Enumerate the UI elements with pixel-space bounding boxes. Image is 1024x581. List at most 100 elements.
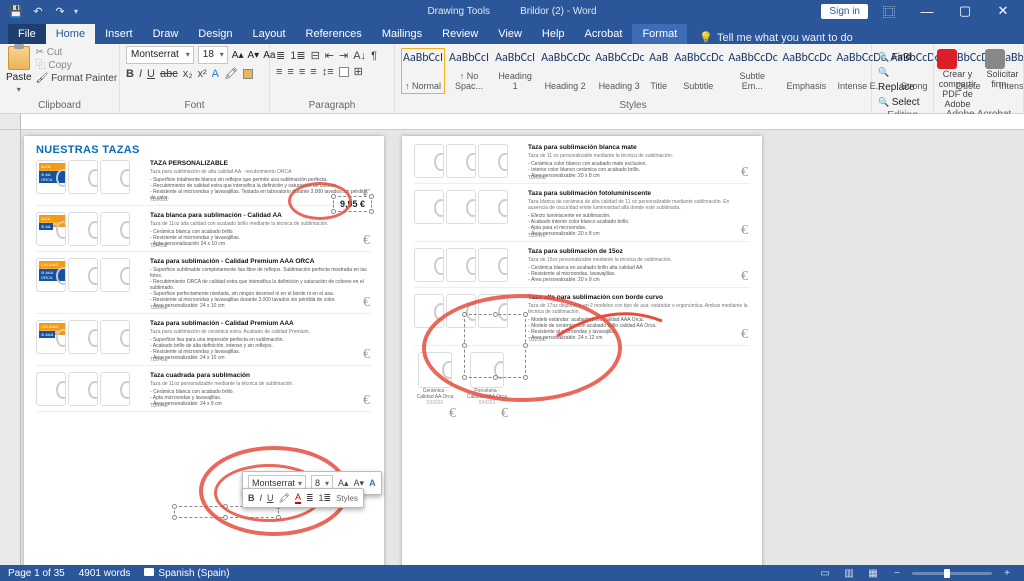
font-size-select[interactable]: 18 bbox=[198, 46, 228, 64]
font-color-icon[interactable] bbox=[243, 69, 253, 79]
tab-references[interactable]: References bbox=[296, 24, 372, 44]
status-page[interactable]: Page 1 of 35 bbox=[8, 568, 65, 579]
status-language[interactable]: Spanish (Spain) bbox=[144, 568, 229, 579]
text-effects-icon[interactable]: A bbox=[212, 68, 219, 80]
view-read-icon[interactable]: ▭ bbox=[816, 568, 834, 579]
price-textbox-selected[interactable]: 9,95 € bbox=[333, 196, 372, 212]
cut-button[interactable]: ✂ Cut bbox=[36, 46, 118, 59]
mini-shrink-icon[interactable]: A▾ bbox=[354, 478, 365, 489]
qat-customize-icon[interactable]: ▾ bbox=[74, 7, 78, 16]
mini-fontcolor-icon[interactable]: A bbox=[295, 492, 301, 504]
tab-acrobat[interactable]: Acrobat bbox=[575, 24, 633, 44]
product-title: Taza alta para sublimación con borde cur… bbox=[528, 294, 750, 301]
style-item[interactable]: AaBTitle bbox=[647, 48, 670, 94]
horizontal-ruler[interactable] bbox=[0, 114, 1024, 130]
copy-button[interactable]: ⿻ Copy bbox=[36, 59, 118, 72]
numbering-icon[interactable]: 1≣ bbox=[290, 49, 305, 62]
grow-font-icon[interactable]: A▴ bbox=[232, 50, 244, 61]
decrease-indent-icon[interactable]: ⇤ bbox=[325, 49, 334, 62]
paste-button[interactable]: Paste▾ bbox=[6, 46, 32, 94]
underline-button[interactable]: U bbox=[147, 68, 155, 80]
mug-thumb bbox=[418, 352, 452, 388]
multilevel-icon[interactable]: ⊟ bbox=[311, 49, 320, 62]
status-words[interactable]: 4901 words bbox=[79, 568, 131, 579]
style-item[interactable]: AaBbCcI↑ Normal bbox=[401, 48, 445, 94]
style-item[interactable]: AaBbCcDcEmphasis bbox=[780, 48, 832, 94]
tab-design[interactable]: Design bbox=[188, 24, 242, 44]
tab-mailings[interactable]: Mailings bbox=[372, 24, 432, 44]
bullets-icon[interactable]: ≣ bbox=[276, 49, 285, 62]
find-button[interactable]: Find bbox=[878, 50, 927, 65]
styles-gallery[interactable]: AaBbCcI↑ NormalAaBbCcI↑ No Spac...AaBbCc… bbox=[401, 46, 865, 94]
style-item[interactable]: AaBbCcDcHeading 3 bbox=[593, 48, 645, 94]
undo-icon[interactable]: ↶ bbox=[30, 3, 46, 19]
shrink-font-icon[interactable]: A▾ bbox=[248, 50, 260, 61]
select-button[interactable]: Select bbox=[878, 95, 927, 110]
align-left-icon[interactable]: ≡ bbox=[276, 66, 282, 78]
tab-file[interactable]: File bbox=[8, 24, 46, 44]
align-right-icon[interactable]: ≡ bbox=[299, 66, 305, 78]
mini-toolbar-row2[interactable]: B I U 🖍 A ≣ 1≣ Styles bbox=[242, 488, 364, 508]
mug-thumb bbox=[100, 258, 130, 292]
mini-bullets-icon[interactable]: ≣ bbox=[306, 493, 314, 504]
justify-icon[interactable]: ≡ bbox=[310, 66, 316, 78]
tab-insert[interactable]: Insert bbox=[95, 24, 143, 44]
tab-help[interactable]: Help bbox=[532, 24, 575, 44]
document-canvas[interactable]: NUESTRAS TAZAS ALTA CALIDAD⊘ AA ORCATAZA… bbox=[0, 130, 1024, 565]
mini-bold[interactable]: B bbox=[248, 493, 255, 503]
acrobat-create-button[interactable]: Crear y compartirPDF de Adobe bbox=[937, 49, 979, 109]
product-info: Taza blanca para sublimación - Calidad A… bbox=[150, 212, 372, 247]
mini-italic[interactable]: I bbox=[260, 493, 263, 503]
style-item[interactable]: AaBbCcDcSubtitle bbox=[672, 48, 724, 94]
tab-layout[interactable]: Layout bbox=[243, 24, 296, 44]
borders-icon[interactable]: ⊞ bbox=[354, 65, 363, 78]
style-item[interactable]: AaBbCcDcSubtle Em... bbox=[726, 48, 778, 94]
sign-in-button[interactable]: Sign in bbox=[821, 4, 868, 19]
font-name-select[interactable]: Montserrat bbox=[126, 46, 194, 64]
zoom-out-icon[interactable]: − bbox=[888, 568, 906, 579]
style-item[interactable]: AaBbCcI↑ No Spac... bbox=[447, 48, 491, 94]
style-item[interactable]: AaBbCcIHeading 1 bbox=[493, 48, 537, 94]
strike-button[interactable]: abc bbox=[160, 68, 178, 80]
acrobat-sign-button[interactable]: Solicitar firm... bbox=[985, 49, 1021, 109]
highlight-icon[interactable]: 🖍 bbox=[224, 67, 238, 80]
replace-button[interactable]: Replace bbox=[878, 65, 927, 95]
minimize-icon[interactable]: — bbox=[910, 4, 944, 19]
mini-highlight-icon[interactable]: 🖍 bbox=[279, 493, 290, 504]
increase-indent-icon[interactable]: ⇥ bbox=[339, 49, 348, 62]
align-center-icon[interactable]: ≡ bbox=[287, 66, 293, 78]
line-spacing-icon[interactable]: ↕≡ bbox=[322, 66, 334, 78]
save-icon[interactable]: 💾 bbox=[8, 3, 24, 19]
tab-view[interactable]: View bbox=[488, 24, 532, 44]
tab-format[interactable]: Format bbox=[632, 24, 687, 44]
tell-me-search[interactable]: 💡 Tell me what you want to do bbox=[699, 31, 852, 44]
sort-icon[interactable]: A↓ bbox=[353, 50, 366, 62]
mini-underline[interactable]: U bbox=[267, 493, 274, 503]
format-painter-button[interactable]: 🖌 Format Painter bbox=[36, 72, 118, 85]
superscript-button[interactable]: x² bbox=[198, 68, 207, 80]
product-title: Taza cuadrada para sublimación bbox=[150, 372, 372, 379]
redo-icon[interactable]: ↷ bbox=[52, 3, 68, 19]
mini-styles-label[interactable]: Styles bbox=[336, 494, 358, 503]
mini-styles-icon[interactable]: A bbox=[369, 478, 376, 488]
bold-button[interactable]: B bbox=[126, 68, 134, 80]
tab-draw[interactable]: Draw bbox=[143, 24, 189, 44]
tab-review[interactable]: Review bbox=[432, 24, 488, 44]
maximize-icon[interactable]: ▢ bbox=[948, 3, 982, 19]
style-item[interactable]: AaBbCcDcHeading 2 bbox=[539, 48, 591, 94]
page-2: Taza para sublimación blanca mateTaza de… bbox=[402, 136, 762, 565]
close-icon[interactable]: ✕ bbox=[986, 3, 1020, 19]
subscript-button[interactable]: x₂ bbox=[183, 68, 193, 80]
ribbon-options-icon[interactable]: ⿴ bbox=[872, 2, 906, 21]
mini-grow-icon[interactable]: A▴ bbox=[338, 478, 349, 489]
view-print-icon[interactable]: ▥ bbox=[840, 568, 858, 579]
zoom-slider[interactable] bbox=[912, 572, 992, 575]
view-web-icon[interactable]: ▦ bbox=[864, 568, 882, 579]
image-selection[interactable] bbox=[464, 314, 526, 378]
zoom-in-icon[interactable]: + bbox=[998, 568, 1016, 579]
italic-button[interactable]: I bbox=[139, 68, 142, 80]
mini-numbering-icon[interactable]: 1≣ bbox=[319, 493, 332, 504]
shading-icon[interactable] bbox=[339, 67, 349, 77]
tab-home[interactable]: Home bbox=[46, 24, 95, 44]
show-marks-icon[interactable]: ¶ bbox=[371, 50, 377, 62]
